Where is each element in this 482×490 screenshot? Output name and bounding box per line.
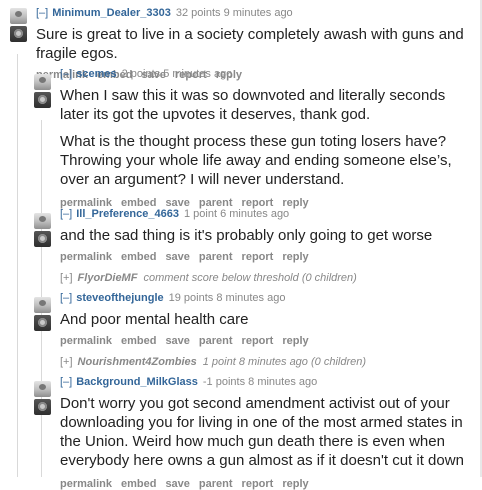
report-button[interactable]: report — [242, 335, 274, 347]
comment-tagline: [–] steveofthejungle 19 points 8 minutes a… — [60, 292, 476, 305]
parent-button[interactable]: parent — [199, 478, 233, 490]
collapsed-comment: [+] Nourishment4Zombies 1 point 8 minutes … — [60, 356, 366, 368]
avatar-icon — [34, 297, 51, 313]
collapse-toggle[interactable]: [–] — [36, 7, 48, 19]
reply-button[interactable]: reply — [282, 478, 308, 490]
collapse-toggle[interactable]: [–] — [60, 292, 72, 304]
parent-button[interactable]: parent — [199, 335, 233, 347]
comment-time: 6 minutes ago — [220, 208, 290, 220]
comment-time: 5 minutes ago — [163, 68, 233, 80]
avatar-icon — [34, 381, 51, 397]
embed-button[interactable]: embed — [121, 251, 156, 263]
avatar-badge-icon — [34, 315, 51, 331]
comment-paragraph: When I saw this it was so downvoted and … — [60, 87, 446, 123]
collapsed-author[interactable]: FlyorDieMF — [78, 272, 138, 284]
comment-paragraph: And poor mental health care — [60, 311, 249, 328]
collapsed-children: (0 children) — [310, 356, 367, 368]
reply-button[interactable]: reply — [282, 335, 308, 347]
avatar — [34, 381, 51, 417]
comment-paragraph: What is the thought process these gun to… — [60, 133, 452, 188]
comment-author[interactable]: steveofthejungle — [76, 292, 163, 304]
permalink-button[interactable]: permalink — [60, 251, 112, 263]
comment-author[interactable]: scemes — [76, 68, 116, 80]
collapsed-note: comment score below threshold — [143, 272, 299, 284]
comment-tagline: [–] Minimum_Dealer_3303 32 points 9 minute… — [36, 7, 476, 20]
comment-score: -1 points — [202, 376, 246, 388]
comment-buttons: permalink embed save parent report reply — [60, 478, 476, 490]
comment-score: 19 points — [168, 292, 214, 304]
comment-paragraph: Don't worry you got second amendment act… — [60, 395, 464, 469]
avatar-badge-icon — [34, 92, 51, 108]
comment: [–] scemes 2 points 5 minutes ago When I s… — [60, 68, 476, 209]
comment-author[interactable]: Ill_Preference_4663 — [76, 208, 179, 220]
permalink-button[interactable]: permalink — [60, 478, 112, 490]
collapse-toggle[interactable]: [–] — [60, 376, 72, 388]
comment-score: 2 points — [121, 68, 161, 80]
comment-time: 8 minutes ago — [248, 376, 318, 388]
avatar-badge-icon — [34, 231, 51, 247]
comment-time: 8 minutes ago — [216, 292, 286, 304]
embed-button[interactable]: embed — [121, 478, 156, 490]
collapsed-note: 1 point 8 minutes ago — [202, 356, 308, 368]
avatar — [34, 213, 51, 249]
avatar-badge-icon — [34, 399, 51, 415]
comment: [–] Ill_Preference_4663 1 point 6 minutes … — [60, 208, 476, 263]
expand-toggle[interactable]: [+] — [60, 272, 73, 284]
embed-button[interactable]: embed — [121, 335, 156, 347]
comment-tagline: [–] Ill_Preference_4663 1 point 6 minutes … — [60, 208, 476, 221]
collapse-toggle[interactable]: [–] — [60, 208, 72, 220]
comment-body: When I saw this it was so downvoted and … — [60, 86, 476, 189]
avatar-icon — [34, 213, 51, 229]
reply-button[interactable]: reply — [282, 251, 308, 263]
comment: [–] Background_MilkGlass -1 points 8 minut… — [60, 376, 476, 490]
comment-body: Don't worry you got second amendment act… — [60, 394, 476, 470]
collapse-toggle[interactable]: [–] — [60, 68, 72, 80]
collapsed-author[interactable]: Nourishment4Zombies — [78, 356, 197, 368]
comment-time: 9 minutes ago — [223, 7, 293, 19]
permalink-button[interactable]: permalink — [60, 335, 112, 347]
comment: [–] steveofthejungle 19 points 8 minutes a… — [60, 292, 476, 347]
save-button[interactable]: save — [165, 478, 189, 490]
comment-score: 1 point — [183, 208, 218, 220]
comment-buttons: permalink embed save parent report reply — [60, 251, 476, 263]
avatar-icon — [10, 8, 27, 24]
avatar-badge-icon — [10, 26, 27, 42]
avatar — [34, 74, 51, 110]
save-button[interactable]: save — [165, 251, 189, 263]
comment-paragraph: Sure is great to live in a society compl… — [36, 26, 464, 62]
parent-button[interactable]: parent — [199, 251, 233, 263]
report-button[interactable]: report — [242, 478, 274, 490]
collapsed-children: (0 children) — [301, 272, 357, 284]
comment-tagline: [–] Background_MilkGlass -1 points 8 minut… — [60, 376, 476, 389]
comment-body: Sure is great to live in a society compl… — [36, 25, 476, 63]
expand-toggle[interactable]: [+] — [60, 356, 73, 368]
comment-score: 32 points — [175, 7, 221, 19]
comment-buttons: permalink embed save parent report reply — [60, 335, 476, 347]
avatar-icon — [34, 74, 51, 90]
thread-line — [17, 54, 18, 477]
collapsed-comment: [+] FlyorDieMF comment score below thresho… — [60, 272, 357, 284]
comment-body: And poor mental health care — [60, 310, 476, 329]
comment-tagline: [–] scemes 2 points 5 minutes ago — [60, 68, 476, 81]
save-button[interactable]: save — [165, 335, 189, 347]
avatar — [34, 297, 51, 333]
comment-author[interactable]: Background_MilkGlass — [76, 376, 198, 388]
comment-paragraph: and the sad thing is it's probably only … — [60, 227, 433, 244]
comment-body: and the sad thing is it's probably only … — [60, 226, 476, 245]
comment-author[interactable]: Minimum_Dealer_3303 — [52, 7, 171, 19]
report-button[interactable]: report — [242, 251, 274, 263]
avatar — [10, 8, 27, 44]
